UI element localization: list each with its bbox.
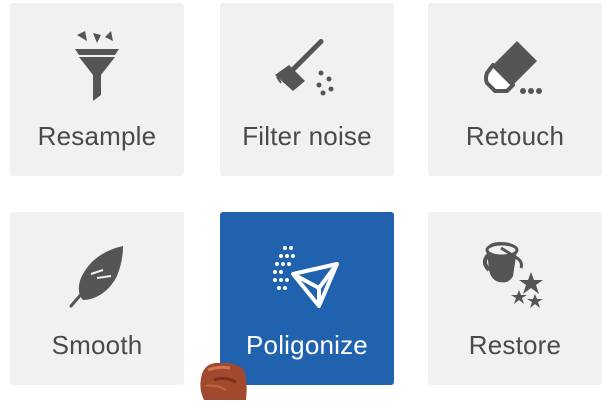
eraser-icon	[428, 31, 602, 103]
tool-resample[interactable]: Resample	[10, 3, 184, 176]
paint-bucket-stars-icon	[428, 240, 602, 312]
tool-restore[interactable]: Restore	[428, 212, 602, 385]
tool-label: Resample	[37, 121, 157, 151]
tool-label: Retouch	[465, 121, 565, 151]
partial-image-artifact	[196, 360, 250, 400]
tool-filter-noise[interactable]: Filter noise	[220, 3, 394, 176]
tool-label: Poligonize	[246, 330, 368, 360]
tool-retouch[interactable]: Retouch	[428, 3, 602, 176]
broom-icon	[220, 31, 394, 103]
tool-label: Smooth	[51, 330, 143, 360]
tool-label: Filter noise	[242, 121, 372, 151]
tool-smooth[interactable]: Smooth	[10, 212, 184, 385]
tool-label: Restore	[468, 330, 562, 360]
funnel-icon	[10, 31, 184, 103]
feather-icon	[10, 240, 184, 312]
polygon-mesh-icon	[220, 240, 394, 312]
